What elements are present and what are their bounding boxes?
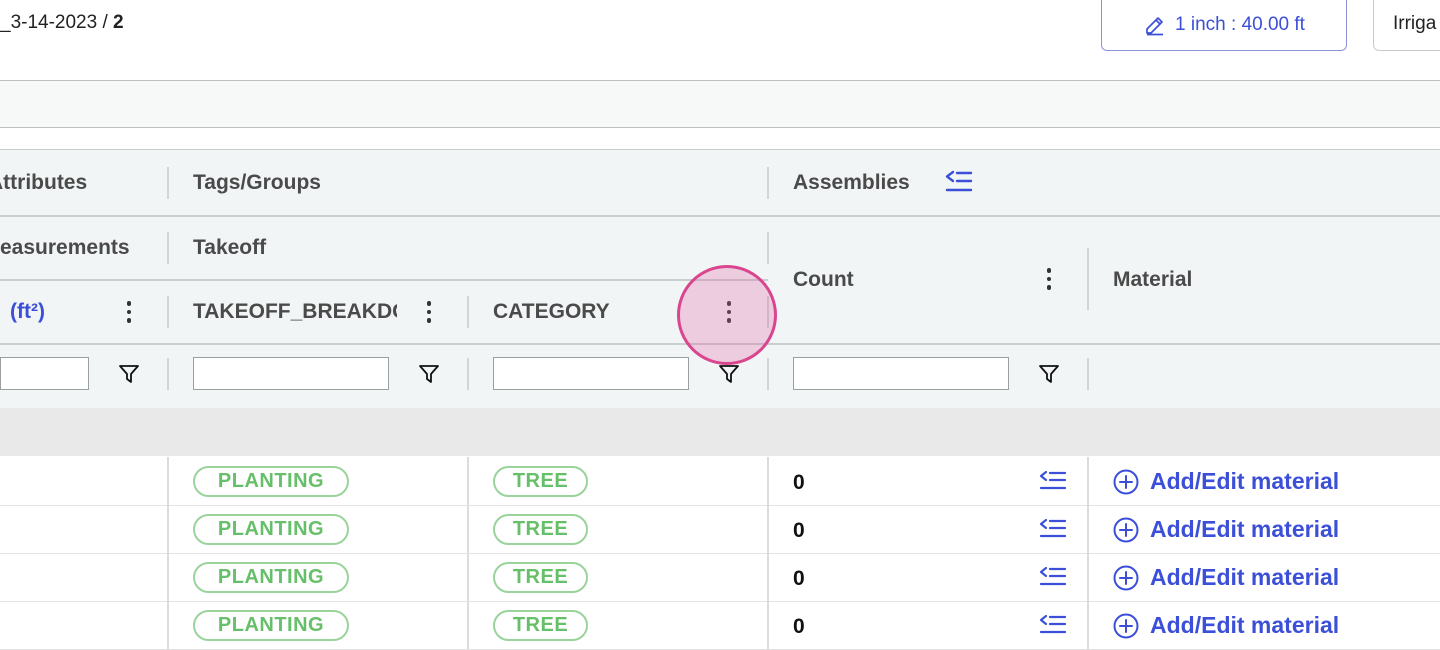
column-separator — [467, 553, 469, 601]
takeoff-breakdown-tag[interactable]: PLANTING — [193, 466, 349, 497]
table-row[interactable]: PLANTING TREE 0 Add/Edit material — [0, 457, 1440, 506]
column-header-material[interactable]: Material — [1113, 268, 1192, 292]
count-value: 0 — [793, 519, 805, 542]
add-edit-material-label: Add/Edit material — [1150, 516, 1340, 542]
filter-icon[interactable] — [118, 363, 140, 385]
column-separator — [1087, 553, 1089, 601]
count-filter-input[interactable] — [793, 357, 1009, 390]
add-edit-material-link[interactable]: Add/Edit material — [1113, 516, 1339, 543]
breadcrumb: _3-14-2023 / 2 — [0, 12, 124, 34]
column-separator — [1087, 457, 1089, 505]
takeoff-breakdown-tag[interactable]: PLANTING — [193, 610, 349, 641]
column-separator — [467, 457, 469, 505]
add-edit-material-link[interactable]: Add/Edit material — [1113, 612, 1339, 639]
plus-circle-icon — [1113, 469, 1139, 494]
takeoff-breakdown-tag[interactable]: PLANTING — [193, 562, 349, 593]
count-value: 0 — [793, 471, 805, 494]
category-tag[interactable]: TREE — [493, 562, 588, 593]
column-separator — [167, 553, 169, 601]
column-separator — [167, 167, 169, 199]
column-separator — [467, 358, 469, 390]
column-header-takeoff-breakdown[interactable]: TAKEOFF_BREAKDOWN — [193, 300, 397, 324]
filter-icon[interactable] — [1038, 363, 1060, 385]
group-measurements: easurements — [0, 236, 130, 259]
column-separator — [767, 601, 769, 649]
area-filter-input[interactable] — [0, 357, 89, 390]
add-edit-material-label: Add/Edit material — [1150, 612, 1340, 638]
column-separator — [167, 296, 169, 328]
column-separator — [767, 553, 769, 601]
layer-dropdown[interactable]: Irriga — [1373, 0, 1440, 51]
count-value: 0 — [793, 567, 805, 590]
table-row[interactable]: PLANTING TREE 0 Add/Edit material — [0, 553, 1440, 602]
breadcrumb-separator: / — [102, 12, 108, 33]
column-separator — [467, 296, 469, 328]
column-separator — [167, 457, 169, 505]
count-value: 0 — [793, 615, 805, 638]
table-row[interactable]: PLANTING TREE 0 Add/Edit material — [0, 601, 1440, 650]
column-separator — [167, 601, 169, 649]
column-header-count[interactable]: Count — [793, 268, 854, 292]
scale-button[interactable]: 1 inch : 40.00 ft — [1101, 0, 1347, 51]
assembly-list-icon[interactable] — [1039, 518, 1067, 540]
category-tag[interactable]: TREE — [493, 514, 588, 545]
column-separator — [167, 505, 169, 553]
filter-icon[interactable] — [418, 363, 440, 385]
column-separator — [467, 505, 469, 553]
takeoff-breakdown-tag[interactable]: PLANTING — [193, 514, 349, 545]
takeoff-breakdown-filter-input[interactable] — [193, 357, 389, 390]
area-column-menu-icon[interactable] — [126, 301, 132, 323]
breadcrumb-page: 2 — [113, 12, 124, 33]
column-separator — [167, 232, 169, 264]
pencil-icon — [1146, 17, 1164, 36]
plus-circle-icon — [1113, 565, 1139, 590]
column-separator — [467, 601, 469, 649]
group-band — [0, 408, 1440, 456]
category-tag[interactable]: TREE — [493, 610, 588, 641]
breadcrumb-file[interactable]: _3-14-2023 — [0, 12, 97, 33]
group-assemblies: Assemblies — [793, 171, 910, 194]
category-filter-input[interactable] — [493, 357, 689, 390]
table-row[interactable]: PLANTING TREE 0 Add/Edit material — [0, 505, 1440, 554]
add-edit-material-label: Add/Edit material — [1150, 564, 1340, 590]
group-tags-groups: Tags/Groups — [193, 171, 321, 194]
assembly-list-icon[interactable] — [1039, 470, 1067, 492]
filter-icon[interactable] — [718, 363, 740, 385]
header-divider — [0, 215, 1440, 217]
layer-dropdown-label: Irriga — [1393, 13, 1437, 34]
column-separator — [1087, 505, 1089, 553]
column-separator — [767, 167, 769, 199]
collapse-assemblies-icon[interactable] — [945, 169, 973, 195]
add-edit-material-link[interactable]: Add/Edit material — [1113, 468, 1339, 495]
column-separator — [1087, 601, 1089, 649]
scale-label: 1 inch : 40.00 ft — [1175, 14, 1305, 35]
column-separator — [767, 457, 769, 505]
column-separator — [767, 358, 769, 390]
category-tag[interactable]: TREE — [493, 466, 588, 497]
count-column-menu-icon[interactable] — [1046, 268, 1052, 290]
add-edit-material-link[interactable]: Add/Edit material — [1113, 564, 1339, 591]
plus-circle-icon — [1113, 613, 1139, 638]
column-separator — [1087, 248, 1089, 310]
column-header-category[interactable]: CATEGORY — [493, 300, 610, 324]
click-highlight — [677, 265, 777, 365]
group-attributes: Attributes — [0, 171, 88, 194]
add-edit-material-label: Add/Edit material — [1150, 468, 1340, 494]
column-separator — [767, 505, 769, 553]
plus-circle-icon — [1113, 517, 1139, 542]
column-header-area-unit[interactable]: (ft²) — [10, 300, 45, 324]
column-separator — [1087, 358, 1089, 390]
assembly-list-icon[interactable] — [1039, 614, 1067, 636]
group-takeoff: Takeoff — [193, 236, 267, 259]
assembly-list-icon[interactable] — [1039, 566, 1067, 588]
column-separator — [767, 232, 769, 264]
header-divider — [0, 279, 768, 281]
column-separator — [167, 358, 169, 390]
takeoff-breakdown-column-menu-icon[interactable] — [426, 301, 432, 323]
toolbar-strip — [0, 80, 1440, 128]
